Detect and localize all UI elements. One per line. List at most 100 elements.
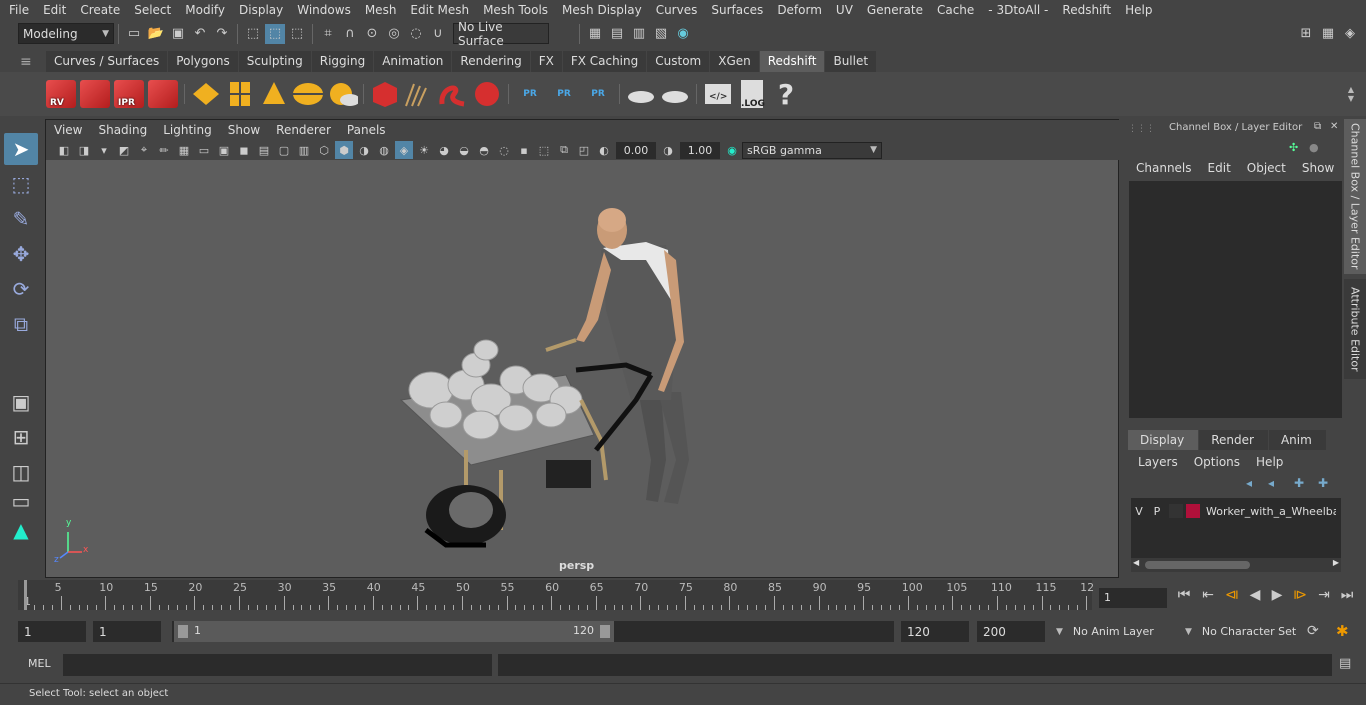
- channel-menu-show[interactable]: Show: [1294, 161, 1342, 175]
- color-management-icon[interactable]: ◉: [723, 141, 741, 159]
- panel-grip-icon[interactable]: ⋮⋮⋮: [1128, 124, 1155, 134]
- play-backward-icon[interactable]: ◀: [1244, 587, 1266, 603]
- paint-select-tool-icon[interactable]: ✎: [4, 203, 38, 235]
- layer-tab-render[interactable]: Render: [1199, 430, 1268, 450]
- viewport-menu-view[interactable]: View: [46, 120, 90, 140]
- select-tool-icon[interactable]: ➤: [4, 133, 38, 165]
- playback-start-field[interactable]: 1: [93, 621, 161, 642]
- bookmark-icon[interactable]: ▾: [95, 141, 113, 159]
- menu-select[interactable]: Select: [127, 0, 178, 20]
- layer-tab-anim[interactable]: Anim: [1268, 430, 1326, 450]
- wireframe-icon[interactable]: ⬡: [315, 141, 333, 159]
- grease-pencil-icon[interactable]: ✏: [155, 141, 173, 159]
- side-tab-channel-box[interactable]: Channel Box / Layer Editor: [1344, 119, 1366, 274]
- menu-mesh-display[interactable]: Mesh Display: [555, 0, 649, 20]
- layer-menu-help[interactable]: Help: [1248, 455, 1291, 469]
- channel-menu-edit[interactable]: Edit: [1200, 161, 1239, 175]
- menu-mesh-tools[interactable]: Mesh Tools: [476, 0, 555, 20]
- layer-menu-options[interactable]: Options: [1186, 455, 1248, 469]
- workspace-icon[interactable]: ⊞: [1296, 24, 1316, 44]
- shelf-menu-icon[interactable]: ≡: [20, 54, 32, 70]
- xray-joints-icon[interactable]: ⧉: [555, 141, 573, 159]
- wireframe-on-shaded-icon[interactable]: ◑: [355, 141, 373, 159]
- pie-cache-icon[interactable]: [625, 77, 657, 111]
- menu-uv[interactable]: UV: [829, 0, 860, 20]
- snap-view-icon[interactable]: ◎: [384, 24, 404, 44]
- layer-type-toggle[interactable]: [1169, 504, 1183, 518]
- menu-display[interactable]: Display: [232, 0, 290, 20]
- shelf-tab-bullet[interactable]: Bullet: [825, 51, 877, 72]
- side-view-icon[interactable]: ◫: [4, 456, 38, 488]
- step-back-frame-icon[interactable]: ⧏: [1220, 587, 1244, 603]
- menu-cache[interactable]: Cache: [930, 0, 981, 20]
- shelf-tab-sculpting[interactable]: Sculpting: [238, 51, 311, 72]
- menu-surfaces[interactable]: Surfaces: [704, 0, 770, 20]
- character-set-dropdown[interactable]: ▼ No Character Set: [1179, 621, 1299, 642]
- shadows-icon[interactable]: ☀: [415, 141, 433, 159]
- scale-tool-icon[interactable]: ⧉: [4, 308, 38, 340]
- outliner-layout-icon[interactable]: ▭: [4, 489, 38, 513]
- viewport-menu-lighting[interactable]: Lighting: [155, 120, 220, 140]
- select-component-icon[interactable]: ⬚: [287, 24, 307, 44]
- redshift-spot-light-icon[interactable]: [258, 77, 290, 111]
- shelf-tab-xgen[interactable]: XGen: [710, 51, 759, 72]
- move-tool-icon[interactable]: ✥: [4, 238, 38, 270]
- redshift-batch-render-icon[interactable]: [79, 77, 111, 111]
- single-view-icon[interactable]: ▣: [4, 386, 38, 418]
- menu-3dtoall[interactable]: - 3DtoAll -: [981, 0, 1055, 20]
- step-back-key-icon[interactable]: ⇤: [1196, 587, 1220, 603]
- resolution-gate-icon[interactable]: ▣: [215, 141, 233, 159]
- move-layer-up-icon[interactable]: ◂: [1246, 476, 1268, 490]
- scroll-right-icon[interactable]: ▶: [1333, 558, 1339, 567]
- menu-redshift[interactable]: Redshift: [1055, 0, 1118, 20]
- safe-title-icon[interactable]: ▥: [295, 141, 313, 159]
- menu-file[interactable]: File: [2, 0, 36, 20]
- layer-tab-display[interactable]: Display: [1128, 430, 1199, 450]
- scroll-thumb[interactable]: [1145, 561, 1250, 569]
- menu-windows[interactable]: Windows: [290, 0, 358, 20]
- camera-icon[interactable]: ◧: [55, 141, 73, 159]
- redshift-sphere-icon[interactable]: [471, 77, 503, 111]
- redshift-dome-light-icon[interactable]: [292, 77, 324, 111]
- pr-export-icon[interactable]: PR: [548, 77, 580, 111]
- redshift-portal-light-icon[interactable]: [224, 77, 256, 111]
- live-surface-field[interactable]: No Live Surface: [453, 20, 549, 48]
- scene-view[interactable]: y x z persp: [46, 160, 1118, 577]
- menu-edit[interactable]: Edit: [36, 0, 73, 20]
- layers-toggle-icon[interactable]: ◈: [1340, 24, 1360, 44]
- channel-key-icon[interactable]: ●: [1309, 141, 1319, 154]
- move-layer-down-icon[interactable]: ◂: [1268, 476, 1294, 490]
- auto-key-icon[interactable]: ⟳: [1307, 623, 1319, 639]
- render-view-icon[interactable]: ▦: [585, 24, 605, 44]
- anim-layer-dropdown[interactable]: ▼ No Anim Layer: [1050, 621, 1178, 642]
- snap-point-icon[interactable]: ⊙: [362, 24, 382, 44]
- anim-preferences-icon[interactable]: ✱: [1336, 622, 1349, 640]
- new-layer-selected-icon[interactable]: ✚: [1318, 476, 1338, 490]
- pr-sync-icon[interactable]: PR: [582, 77, 614, 111]
- use-all-lights-icon[interactable]: ◈: [395, 141, 413, 159]
- close-panel-icon[interactable]: ✕: [1330, 121, 1338, 132]
- shelf-tab-polygons[interactable]: Polygons: [168, 51, 238, 72]
- new-scene-icon[interactable]: ▭: [124, 24, 144, 44]
- menu-edit-mesh[interactable]: Edit Mesh: [403, 0, 476, 20]
- menu-generate[interactable]: Generate: [860, 0, 930, 20]
- redshift-ipr-icon[interactable]: IPR: [113, 77, 145, 111]
- start-time-field[interactable]: 1: [18, 621, 86, 642]
- xray-components-icon[interactable]: ◰: [575, 141, 593, 159]
- shelf-tab-custom[interactable]: Custom: [647, 51, 710, 72]
- play-forward-icon[interactable]: ▶: [1266, 587, 1288, 603]
- render-settings-icon[interactable]: ▧: [651, 24, 671, 44]
- menu-create[interactable]: Create: [73, 0, 127, 20]
- playback-end-field[interactable]: 120: [901, 621, 969, 642]
- save-scene-icon[interactable]: ▣: [168, 24, 188, 44]
- shelf-tab-rigging[interactable]: Rigging: [311, 51, 374, 72]
- playhead[interactable]: [24, 580, 27, 610]
- layer-scrollbar[interactable]: ◀ ▶: [1131, 558, 1341, 572]
- scroll-left-icon[interactable]: ◀: [1133, 558, 1139, 567]
- ambient-occlusion-icon[interactable]: ◕: [435, 141, 453, 159]
- lasso-tool-icon[interactable]: ⬚: [4, 168, 38, 200]
- side-tab-attribute-editor[interactable]: Attribute Editor: [1344, 279, 1366, 379]
- end-time-field[interactable]: 200: [977, 621, 1045, 642]
- mode-dropdown[interactable]: Modeling ▼: [18, 23, 114, 44]
- step-forward-key-icon[interactable]: ⇥: [1312, 587, 1336, 603]
